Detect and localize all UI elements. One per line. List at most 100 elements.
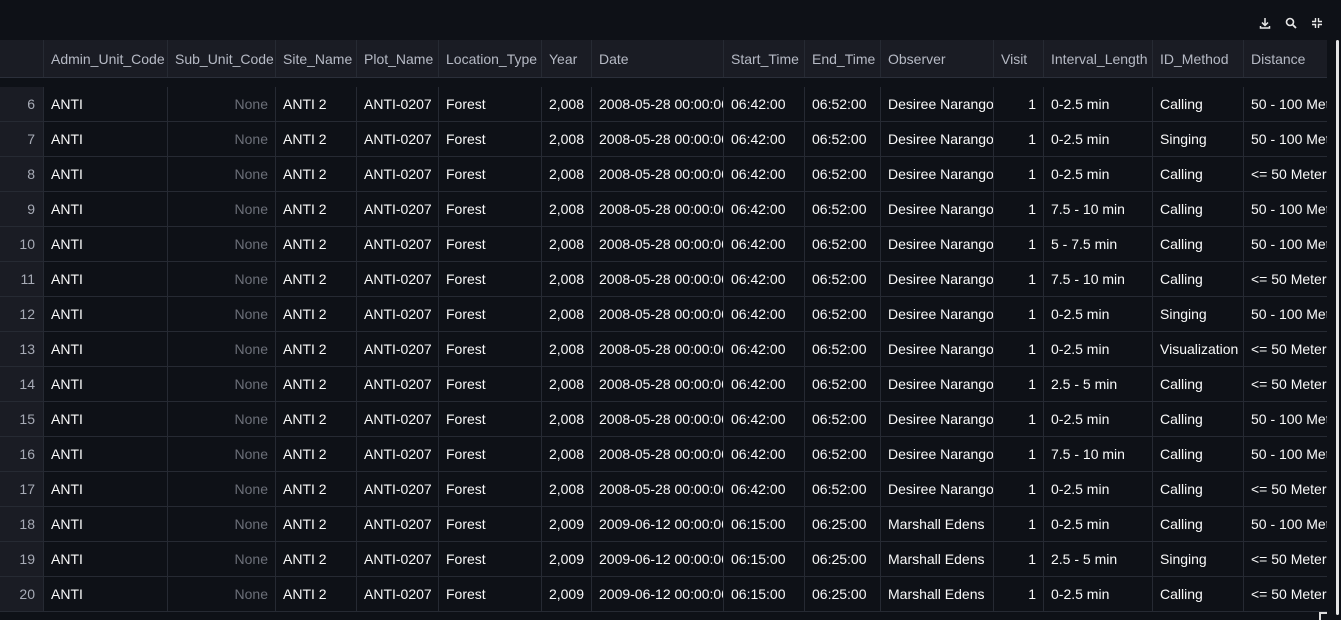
cell-location-type[interactable]: Forest [439, 262, 542, 297]
cell-observer[interactable]: Desiree Narango [881, 437, 994, 472]
cell-year[interactable]: 2,008 [542, 472, 592, 507]
cell-year[interactable]: 2,008 [542, 367, 592, 402]
cell-distance[interactable]: 50 - 100 Meters [1244, 122, 1327, 157]
cell-index[interactable]: 17 [0, 472, 44, 507]
column-header-id-method[interactable]: ID_Method [1153, 40, 1244, 77]
cell-visit[interactable]: 1 [994, 367, 1044, 402]
cell-visit[interactable]: 1 [994, 157, 1044, 192]
column-header-admin-unit-code[interactable]: Admin_Unit_Code [44, 40, 168, 77]
cell-location-type[interactable]: Forest [439, 297, 542, 332]
cell-visit[interactable]: 1 [994, 87, 1044, 122]
column-header-year[interactable]: Year [542, 40, 592, 77]
cell-site-name[interactable]: ANTI 2 [276, 507, 357, 542]
cell-interval-length[interactable]: 0-2.5 min [1044, 297, 1153, 332]
table-row[interactable]: 6 ANTI None ANTI 2 ANTI-0207 Forest 2,008 2008-… [0, 87, 1327, 122]
cell-visit[interactable]: 1 [994, 192, 1044, 227]
cell-interval-length[interactable]: 0-2.5 min [1044, 577, 1153, 612]
cell-plot-name[interactable]: ANTI-0207 [357, 332, 439, 367]
cell-interval-length[interactable]: 0-2.5 min [1044, 472, 1153, 507]
cell-end-time[interactable]: 06:52:00 [805, 192, 881, 227]
cell-interval-length[interactable]: 5 - 7.5 min [1044, 227, 1153, 262]
cell-site-name[interactable]: ANTI 2 [276, 472, 357, 507]
cell-location-type[interactable]: Forest [439, 332, 542, 367]
cell-start-time[interactable]: 06:42:00 [724, 227, 805, 262]
table-row[interactable]: 7 ANTI None ANTI 2 ANTI-0207 Forest 2,008 2008-… [0, 122, 1327, 157]
cell-interval-length[interactable]: 0-2.5 min [1044, 122, 1153, 157]
cell-id-method[interactable]: Calling [1153, 437, 1244, 472]
cell-distance[interactable]: 50 - 100 Meters [1244, 227, 1327, 262]
cell-plot-name[interactable]: ANTI-0207 [357, 297, 439, 332]
cell-visit[interactable]: 1 [994, 122, 1044, 157]
cell-admin-unit-code[interactable]: ANTI [44, 227, 168, 262]
cell-admin-unit-code[interactable]: ANTI [44, 507, 168, 542]
cell-sub-unit-code[interactable]: None [168, 157, 276, 192]
table-row[interactable]: 14 ANTI None ANTI 2 ANTI-0207 Forest 2,008 2008… [0, 367, 1327, 402]
cell-admin-unit-code[interactable]: ANTI [44, 367, 168, 402]
cell-interval-length[interactable]: 2.5 - 5 min [1044, 542, 1153, 577]
cell-end-time[interactable]: 06:25:00 [805, 542, 881, 577]
cell-start-time[interactable]: 06:42:00 [724, 332, 805, 367]
cell-start-time[interactable]: 06:42:00 [724, 367, 805, 402]
cell-location-type[interactable]: Forest [439, 192, 542, 227]
cell-index[interactable]: 10 [0, 227, 44, 262]
cell-index[interactable]: 14 [0, 367, 44, 402]
cell-observer[interactable]: Desiree Narango [881, 157, 994, 192]
cell-year[interactable]: 2,008 [542, 87, 592, 122]
cell-location-type[interactable]: Forest [439, 577, 542, 612]
cell-date[interactable]: 2009-06-12 00:00:00 [592, 507, 724, 542]
cell-visit[interactable]: 1 [994, 507, 1044, 542]
table-row[interactable]: 12 ANTI None ANTI 2 ANTI-0207 Forest 2,008 2008… [0, 297, 1327, 332]
cell-end-time[interactable]: 06:52:00 [805, 472, 881, 507]
cell-start-time[interactable]: 06:15:00 [724, 507, 805, 542]
cell-visit[interactable]: 1 [994, 437, 1044, 472]
cell-date[interactable]: 2008-05-28 00:00:00 [592, 262, 724, 297]
cell-distance[interactable]: <= 50 Meters [1244, 157, 1327, 192]
cell-year[interactable]: 2,008 [542, 157, 592, 192]
cell-location-type[interactable]: Forest [439, 122, 542, 157]
cell-visit[interactable]: 1 [994, 227, 1044, 262]
cell-distance[interactable]: <= 50 Meters [1244, 542, 1327, 577]
cell-end-time[interactable]: 06:25:00 [805, 507, 881, 542]
cell-admin-unit-code[interactable]: ANTI [44, 122, 168, 157]
cell-start-time[interactable]: 06:42:00 [724, 437, 805, 472]
cell-sub-unit-code[interactable]: None [168, 542, 276, 577]
cell-index[interactable]: 13 [0, 332, 44, 367]
cell-plot-name[interactable]: ANTI-0207 [357, 227, 439, 262]
cell-site-name[interactable]: ANTI 2 [276, 332, 357, 367]
table-row[interactable]: 11 ANTI None ANTI 2 ANTI-0207 Forest 2,008 2008… [0, 262, 1327, 297]
download-button[interactable] [1254, 12, 1276, 34]
cell-site-name[interactable]: ANTI 2 [276, 122, 357, 157]
cell-year[interactable]: 2,008 [542, 297, 592, 332]
cell-start-time[interactable]: 06:15:00 [724, 577, 805, 612]
cell-start-time[interactable]: 06:42:00 [724, 157, 805, 192]
cell-admin-unit-code[interactable]: ANTI [44, 577, 168, 612]
cell-interval-length[interactable]: 7.5 - 10 min [1044, 262, 1153, 297]
cell-index[interactable]: 9 [0, 192, 44, 227]
search-button[interactable] [1280, 12, 1302, 34]
cell-end-time[interactable]: 06:52:00 [805, 227, 881, 262]
cell-year[interactable]: 2,009 [542, 507, 592, 542]
cell-distance[interactable]: <= 50 Meters [1244, 367, 1327, 402]
cell-distance[interactable]: 50 - 100 Meters [1244, 437, 1327, 472]
cell-interval-length[interactable]: 0-2.5 min [1044, 507, 1153, 542]
cell-plot-name[interactable]: ANTI-0207 [357, 262, 439, 297]
cell-year[interactable]: 2,008 [542, 437, 592, 472]
cell-id-method[interactable]: Calling [1153, 87, 1244, 122]
cell-date[interactable]: 2008-05-28 00:00:00 [592, 402, 724, 437]
cell-site-name[interactable]: ANTI 2 [276, 437, 357, 472]
cell-date[interactable]: 2008-05-28 00:00:00 [592, 192, 724, 227]
cell-observer[interactable]: Desiree Narango [881, 87, 994, 122]
cell-observer[interactable]: Desiree Narango [881, 192, 994, 227]
cell-admin-unit-code[interactable]: ANTI [44, 192, 168, 227]
cell-date[interactable]: 2008-05-28 00:00:00 [592, 227, 724, 262]
cell-date[interactable]: 2008-05-28 00:00:00 [592, 367, 724, 402]
cell-start-time[interactable]: 06:15:00 [724, 542, 805, 577]
cell-location-type[interactable]: Forest [439, 472, 542, 507]
cell-date[interactable]: 2008-05-28 00:00:00 [592, 157, 724, 192]
cell-visit[interactable]: 1 [994, 472, 1044, 507]
cell-site-name[interactable]: ANTI 2 [276, 577, 357, 612]
cell-start-time[interactable]: 06:42:00 [724, 402, 805, 437]
cell-plot-name[interactable]: ANTI-0207 [357, 472, 439, 507]
dataframe-grid[interactable]: Admin_Unit_Code Sub_Unit_Code Site_Name Plo… [0, 40, 1328, 620]
cell-plot-name[interactable]: ANTI-0207 [357, 87, 439, 122]
